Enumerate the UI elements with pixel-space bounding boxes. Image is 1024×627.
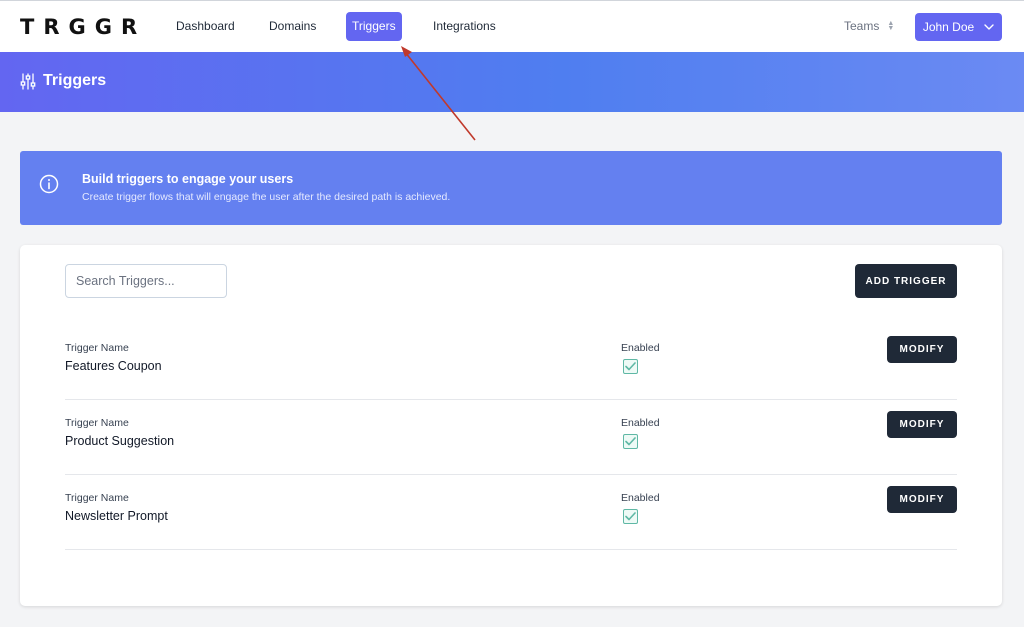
app-logo[interactable]: TRGGR [20,15,146,39]
updown-chevron-icon: ▲ ▼ [887,20,895,32]
info-subtitle: Create trigger flows that will engage th… [82,191,451,203]
user-name: John Doe [922,20,975,34]
enabled-checkbox[interactable] [623,359,638,374]
teams-label: Teams [844,19,880,33]
checkmark-icon [625,362,636,371]
modify-button[interactable]: MODIFY [887,336,957,363]
sliders-icon [20,73,36,90]
search-input[interactable] [65,264,227,298]
trigger-name: Features Coupon [65,359,162,373]
trigger-name: Product Suggestion [65,434,175,448]
info-title: Build triggers to engage your users [82,172,294,186]
page-title: Triggers [43,72,107,89]
nav-dashboard[interactable]: Dashboard [170,12,241,41]
checkmark-icon [625,512,636,521]
trigger-name-label: Trigger Name [65,492,129,504]
add-trigger-button[interactable]: ADD TRIGGER [855,264,957,298]
page-header: Triggers [0,52,1024,112]
enabled-label: Enabled [621,342,660,354]
user-menu-button[interactable]: John Doe [915,13,1002,41]
enabled-checkbox[interactable] [623,434,638,449]
trigger-name: Newsletter Prompt [65,509,168,523]
modify-button[interactable]: MODIFY [887,486,957,513]
enabled-label: Enabled [621,492,660,504]
chevron-down-icon [984,24,994,30]
trigger-row: Trigger Name Newsletter Prompt Enabled M… [65,475,957,550]
nav-domains[interactable]: Domains [263,12,322,41]
top-navbar: TRGGR Dashboard Domains Triggers Integra… [0,0,1024,52]
trigger-name-label: Trigger Name [65,417,129,429]
info-banner: Build triggers to engage your users Crea… [20,151,1002,225]
enabled-label: Enabled [621,417,660,429]
trigger-row: Trigger Name Features Coupon Enabled MOD… [65,325,957,400]
trigger-name-label: Trigger Name [65,342,129,354]
modify-button[interactable]: MODIFY [887,411,957,438]
triggers-card: ADD TRIGGER Trigger Name Features Coupon… [20,245,1002,606]
enabled-checkbox[interactable] [623,509,638,524]
nav-integrations[interactable]: Integrations [427,12,502,41]
annotation-arrow [401,46,476,141]
teams-selector[interactable]: Teams ▲ ▼ [844,19,894,33]
nav-triggers[interactable]: Triggers [346,12,402,41]
info-circle-icon [39,174,59,194]
trigger-row: Trigger Name Product Suggestion Enabled … [65,400,957,475]
checkmark-icon [625,437,636,446]
